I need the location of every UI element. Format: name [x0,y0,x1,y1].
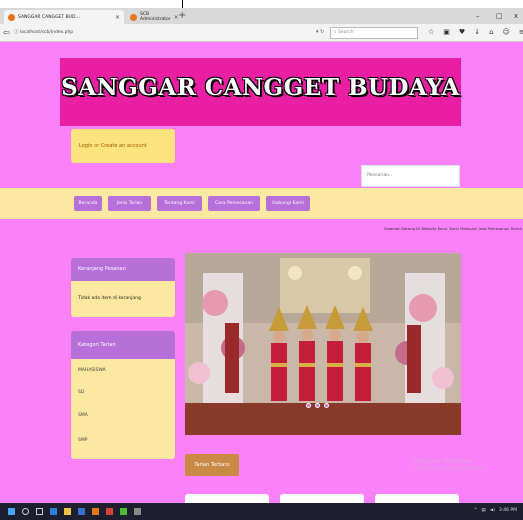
category-panel-header: Kategori Tarian [71,331,175,359]
app-icon[interactable] [134,508,141,515]
app-icon[interactable] [120,508,127,515]
reload-icon[interactable]: ▾ ↻ [316,29,324,35]
activate-subtitle: Go to Settings to activate Windows. [414,466,486,471]
cart-title: Keranjang Pesanan [78,266,126,272]
search-icon[interactable] [22,508,29,515]
slide-dot[interactable] [324,403,329,408]
url-text: localhost/scb/index.php [19,30,74,35]
firefox-icon [8,13,15,21]
url-field[interactable]: ⓘ localhost/scb/index.php [14,28,302,38]
site-title: SANGGAR CANGGET BUDAYA [61,74,460,101]
close-window-button[interactable]: x [514,12,518,20]
system-tray: ^ ▤ ◄) 3:46 PM [474,508,517,513]
nav-tentang-kami[interactable]: Tentang Kami [157,196,202,211]
main-nav: Beranda Jenis Tarian Tentang Kami Cara P… [0,188,523,219]
site-banner: SANGGAR CANGGET BUDAYA [60,58,461,126]
minimize-button[interactable]: – [476,12,480,20]
activate-title: Activate Windows [414,457,472,465]
task-view-icon[interactable] [36,508,43,515]
network-icon[interactable]: ▤ [481,508,485,513]
download-icon[interactable]: ↓ [474,28,480,36]
reading-list-icon[interactable]: ▣ [443,28,450,36]
slide-dot[interactable] [315,403,320,408]
or-text: or [94,143,100,149]
web-page: SANGGAR CANGGET BUDAYA Login or Create a… [0,42,523,503]
product-card[interactable] [375,494,459,503]
close-icon[interactable]: × [115,14,120,21]
nav-jenis-tarian[interactable]: Jenis Tarian [108,196,151,211]
home-icon[interactable]: ⌂ [489,28,493,36]
store-icon[interactable] [78,508,85,515]
back-arrow-icon[interactable]: ⇦ [3,28,10,37]
new-tab-button[interactable]: + [178,11,186,21]
slide-dot[interactable] [306,403,311,408]
category-link[interactable]: SD [78,390,84,395]
firefox-taskbar-icon[interactable] [92,508,99,515]
edge-icon[interactable] [50,508,57,515]
category-link[interactable]: SMA [78,413,88,418]
app-icon[interactable] [106,508,113,515]
bookmark-star-icon[interactable]: ☆ [428,28,434,36]
category-title: Kategori Tarian [78,342,116,348]
browser-search-input[interactable]: ⌕ Search [330,27,418,39]
product-card[interactable] [185,494,269,503]
browser-search-placeholder: Search [337,30,354,35]
product-card[interactable] [280,494,364,503]
tab-bar: SANGGAR CANGGET BUD… × SCB Administrator… [0,8,523,24]
create-account-link[interactable]: Create an account [101,143,147,149]
activate-windows-watermark: Activate Windows Go to Settings to activ… [414,457,486,471]
site-search-placeholder: Pencarian.. [367,173,392,178]
maximize-button[interactable]: □ [496,12,503,20]
tab-sanggar[interactable]: SANGGAR CANGGET BUD… × [4,10,124,24]
tab-label: SCB Administrator [140,12,171,22]
category-link[interactable]: MAHASISWA [78,368,106,373]
firefox-icon [130,13,137,21]
category-link[interactable]: SMP [78,438,87,443]
login-box: Login or Create an account [71,129,175,163]
latest-dance-button[interactable]: Tarian Terbaru [185,454,239,476]
account-icon[interactable]: ☺ [503,28,510,36]
toolbar-icons: ☆ ▣ ♥ ↓ ⌂ ☺ ≡ [428,28,523,36]
pocket-icon[interactable]: ♥ [459,28,465,36]
clock[interactable]: 3:46 PM [499,508,517,513]
os-taskbar: ^ ▤ ◄) 3:46 PM [0,503,523,520]
nav-cara-pemesanan[interactable]: Cara Pemesanan [208,196,260,211]
windows-start-icon[interactable] [8,508,15,515]
cart-panel-body: Tidak ada item di keranjang [71,281,175,317]
volume-icon[interactable]: ◄) [490,508,495,513]
slide-indicators [306,403,329,408]
menu-icon[interactable]: ≡ [519,28,523,36]
welcome-marquee: Selamat Datang Di Website Kami. Kami Mel… [384,226,522,231]
nav-beranda[interactable]: Beranda [74,196,102,211]
cart-empty-text: Tidak ada item di keranjang [78,296,141,301]
address-bar: ⇦ ⓘ localhost/scb/index.php ▾ ↻ ⌕ Search… [0,24,523,42]
tab-admin[interactable]: SCB Administrator × [126,10,179,24]
file-explorer-icon[interactable] [64,508,71,515]
site-search-input[interactable]: Pencarian.. [361,165,460,187]
tab-label: SANGGAR CANGGET BUD… [18,14,80,20]
tray-up-icon[interactable]: ^ [474,508,478,513]
login-link[interactable]: Login [79,143,93,149]
category-panel-body: MAHASISWA SD SMA SMP [71,359,175,459]
nav-hubungi-kami[interactable]: Hubungi Kami [266,196,310,211]
cart-panel-header: Keranjang Pesanan [71,258,175,281]
